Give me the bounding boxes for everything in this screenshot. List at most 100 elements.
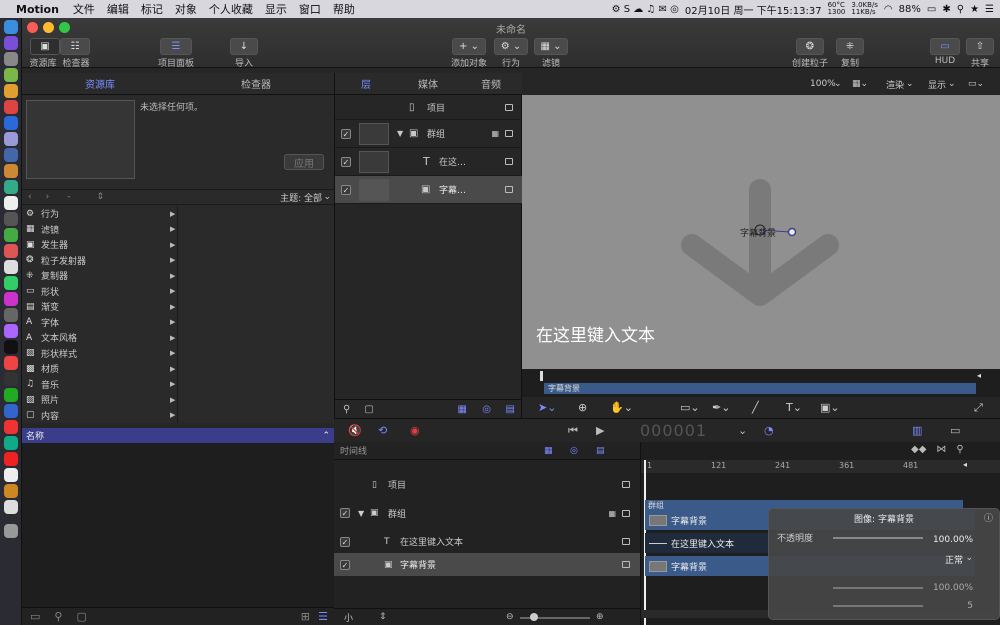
app-icon[interactable] [4, 212, 18, 226]
menu-help[interactable]: 帮助 [333, 1, 355, 17]
play-icon[interactable]: ▶ [596, 424, 604, 437]
canvas[interactable]: 字幕背景 在这里键入文本 [522, 95, 1000, 369]
lock-icon[interactable] [505, 186, 513, 193]
library-item[interactable]: ❂ 粒子发射器 ▶ [22, 253, 177, 269]
battery[interactable]: 88% [899, 4, 921, 15]
spotlight-icon[interactable]: ⚲ [957, 4, 964, 15]
chevron-down-icon[interactable]: ⌄ [834, 79, 842, 89]
app-icon[interactable] [4, 500, 18, 514]
app-icon[interactable] [4, 260, 18, 274]
replicate-button[interactable]: ⁜ [836, 38, 864, 55]
paint-tool-icon[interactable]: ╱ [752, 401, 759, 414]
view-popup[interactable]: 显示 [928, 78, 946, 91]
checker-icon[interactable]: ▦ [544, 446, 553, 456]
inspector-toggle-button[interactable]: ☷ [60, 38, 90, 55]
app-icon[interactable] [4, 388, 18, 402]
behavior-button[interactable]: ⚙ ⌄ [494, 38, 528, 55]
list-view-icon[interactable]: ☰ [318, 610, 328, 623]
library-item[interactable]: ▨ 照片 ▶ [22, 392, 177, 408]
lock-icon[interactable] [622, 509, 630, 517]
loop-icon[interactable]: ⟲ [378, 424, 387, 437]
status-icons[interactable]: ⚙ S ☁ ♫ ✉ ◎ [612, 4, 679, 15]
timecode-options-icon[interactable]: ⌄ [738, 424, 747, 437]
app-icon[interactable] [4, 164, 18, 178]
add-object-button[interactable]: + ⌄ [452, 38, 486, 55]
pan-tool-icon[interactable]: ✋⌄ [610, 401, 633, 414]
menu-favorites[interactable]: 个人收藏 [209, 1, 253, 17]
track-row-title-bg[interactable]: ✓ ▣ 字幕背景 [334, 553, 640, 576]
clock[interactable]: 02月10日 周一 下午15:13:37 [685, 2, 822, 17]
tab-inspector[interactable]: 检查器 [178, 73, 334, 95]
layer-checkbox[interactable]: ✓ [341, 184, 351, 195]
timecode[interactable]: 000001 [640, 421, 707, 440]
lock-icon[interactable] [505, 103, 513, 111]
wifi-icon[interactable]: ◠ [884, 4, 893, 15]
create-particles-button[interactable]: ❂ [796, 38, 824, 55]
library-item[interactable]: ▭ 形状 ▶ [22, 284, 177, 300]
library-item[interactable]: ▣ 发生器 ▶ [22, 237, 177, 253]
list-icon[interactable]: ☰ [985, 4, 994, 15]
app-icon[interactable] [4, 484, 18, 498]
tab-library[interactable]: 资源库 [22, 73, 178, 95]
snapping-icon[interactable]: ⋈ [936, 444, 946, 455]
layers-view-icon[interactable]: ▤ [506, 404, 515, 415]
opacity-slider[interactable] [833, 537, 923, 539]
app-menu[interactable]: Motion [16, 3, 59, 16]
app-icon[interactable] [4, 372, 18, 386]
group-type-icon[interactable]: ▦ [608, 509, 616, 518]
keyframe-icon[interactable]: ◔ [764, 424, 774, 437]
chrome-icon[interactable] [4, 100, 18, 114]
path-popup-arrow-icon[interactable]: ⇕ [96, 192, 104, 202]
back-icon[interactable]: ‹ [28, 192, 32, 202]
hud-value-2[interactable]: 100.00% [933, 583, 973, 593]
app-icon[interactable] [4, 356, 18, 370]
battery-icon[interactable]: ▭ [927, 4, 936, 15]
library-item[interactable]: ▦ 滤镜 ▶ [22, 222, 177, 238]
tab-audio[interactable]: 音频 [459, 73, 523, 95]
layers-view-icon[interactable]: ▤ [596, 446, 605, 456]
library-item[interactable]: A 字体 ▶ [22, 315, 177, 331]
library-item[interactable]: ▩ 材质 ▶ [22, 361, 177, 377]
lock-icon[interactable] [622, 481, 630, 488]
search-icon[interactable]: ⚲ [343, 404, 350, 415]
tab-layers[interactable]: 层 [335, 73, 397, 95]
chevron-down-icon[interactable]: ⌄ [965, 553, 973, 563]
calendar-icon[interactable] [4, 196, 18, 210]
mini-playhead[interactable] [540, 371, 543, 381]
lock-icon[interactable] [622, 538, 630, 545]
fullscreen-icon[interactable]: ⤢ [974, 401, 983, 415]
zoom-popup[interactable]: 100% [810, 79, 836, 89]
text-tool-icon[interactable]: T⌄ [786, 401, 802, 414]
blend-mode-popup[interactable]: 正常 [945, 553, 963, 566]
library-item[interactable]: ⚙ 行为 ▶ [22, 206, 177, 222]
app-icon[interactable] [4, 404, 18, 418]
chevron-down-icon[interactable]: ⌄ [948, 79, 956, 89]
app-icon[interactable] [4, 452, 18, 466]
stepper-icon[interactable]: ⇕ [379, 612, 387, 622]
path-popup[interactable]: - [67, 192, 70, 202]
search-icon[interactable]: ⚲ [956, 444, 963, 455]
app-icon[interactable] [4, 340, 18, 354]
app-icon[interactable] [4, 436, 18, 450]
track-checkbox[interactable]: ✓ [340, 536, 350, 547]
android-icon[interactable] [4, 68, 18, 82]
mini-timeline-bar[interactable]: 字幕背景 [544, 383, 976, 394]
app-icon[interactable] [4, 420, 18, 434]
layer-row-group[interactable]: ✓ ▼ ▣ 群组 ▦ [335, 120, 523, 148]
go-to-start-icon[interactable]: ⏮ [568, 424, 578, 438]
thumbnail-icon[interactable]: ▢ [364, 404, 373, 415]
mask-icon[interactable]: ◎ [570, 446, 578, 456]
launchpad-icon[interactable] [4, 52, 18, 66]
bluetooth-icon[interactable]: ✱ [942, 4, 950, 15]
app-icon[interactable] [4, 132, 18, 146]
trash-icon[interactable] [4, 524, 18, 538]
pen-tool-icon[interactable]: ✒⌄ [712, 401, 730, 414]
hud-value-3[interactable]: 5 [967, 601, 973, 611]
out-marker[interactable]: ◂ [963, 460, 967, 469]
track-row-text[interactable]: ✓ T 在这里键入文本 [334, 530, 640, 553]
timeline-ruler[interactable]: 1 121 241 361 481 [641, 460, 1000, 473]
layer-row-text[interactable]: ✓ T 在这… [335, 148, 523, 176]
zoom-in-icon[interactable]: ⊕ [596, 612, 604, 622]
sort-arrow-icon[interactable]: ⌃ [322, 431, 330, 441]
siri-icon[interactable] [4, 36, 18, 50]
